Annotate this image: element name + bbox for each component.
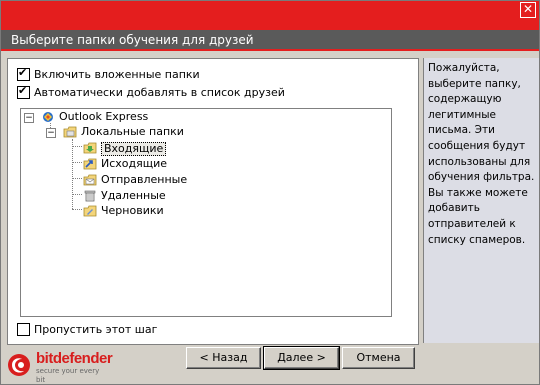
logo-swirl-icon [8, 354, 30, 376]
help-panel: Пожалуйста, выберите папку, содержащую л… [423, 58, 539, 343]
bitdefender-logo: bitdefender secure your every bit [6, 350, 113, 384]
auto-add-friends-checkbox[interactable] [17, 85, 30, 99]
auto-add-friends-label[interactable]: Автоматически добавлять в список друзей [34, 86, 285, 99]
sent-icon [83, 174, 97, 186]
window-title: Выберите папки обучения для друзей [11, 33, 254, 47]
drafts-icon [83, 205, 97, 217]
tree-label: Локальные папки [81, 125, 184, 138]
local-folders-icon [63, 126, 77, 138]
logo-tagline: secure your every bit [36, 367, 100, 384]
tree-line [72, 139, 73, 209]
close-icon[interactable]: ✕ [520, 2, 536, 18]
tree-label: Черновики [101, 204, 164, 217]
include-subfolders-label[interactable]: Включить вложенные папки [34, 68, 200, 81]
tree-label: Входящие [101, 142, 167, 156]
tree-line [72, 162, 82, 163]
tree-line [72, 209, 82, 210]
tree-label: Отправленные [101, 173, 188, 186]
logo-wordmark: bitdefender [36, 350, 113, 367]
local-folders-collapse-icon[interactable]: − [46, 128, 56, 138]
folder-tree[interactable]: − Outlook Express − Локальные папки Вход… [20, 108, 392, 317]
tree-line [72, 146, 82, 147]
back-button[interactable]: < Назад [186, 347, 261, 369]
tree-label: Outlook Express [59, 110, 149, 123]
top-brand-bar: ✕ [1, 1, 539, 30]
next-button[interactable]: Далее > [263, 346, 340, 370]
tree-label: Удаленные [101, 189, 166, 202]
title-bar-extension [421, 30, 539, 50]
wizard-window: ✕ Выберите папки обучения для друзей Вкл… [0, 0, 540, 385]
deleted-icon [84, 190, 96, 202]
outbox-icon [83, 158, 97, 170]
main-panel: Включить вложенные папки Автоматически д… [7, 58, 419, 345]
inbox-icon [83, 142, 97, 154]
root-collapse-icon[interactable]: − [24, 113, 34, 123]
outlook-express-icon [43, 112, 53, 122]
tree-line [72, 178, 82, 179]
title-underline [1, 49, 539, 51]
skip-step-label[interactable]: Пропустить этот шаг [34, 323, 157, 336]
cancel-button[interactable]: Отмена [342, 347, 415, 369]
tree-label: Исходящие [101, 157, 168, 170]
help-text: Пожалуйста, выберите папку, содержащую л… [428, 62, 535, 246]
tree-line [72, 194, 82, 195]
skip-step-checkbox[interactable] [17, 323, 30, 336]
include-subfolders-checkbox[interactable] [17, 67, 30, 81]
